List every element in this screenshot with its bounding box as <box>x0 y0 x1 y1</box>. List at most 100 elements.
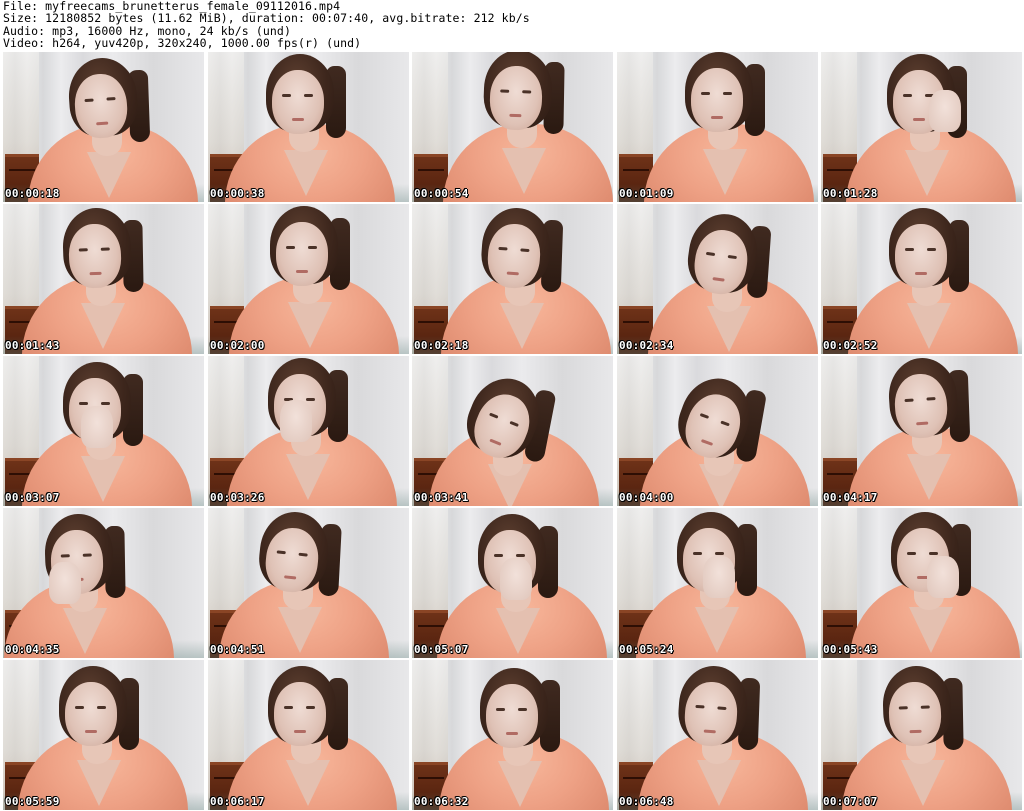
robe-neckline <box>695 607 739 653</box>
right-eye <box>929 552 938 555</box>
robe-neckline <box>498 761 542 807</box>
left-eye <box>282 94 291 97</box>
timestamp-label: 00:00:54 <box>414 187 469 200</box>
right-eye <box>100 247 110 251</box>
face <box>887 681 943 747</box>
robe-neckline <box>496 608 540 654</box>
video-thumbnail: 00:01:28 <box>821 52 1022 202</box>
mouth <box>292 118 304 121</box>
right-eye <box>717 706 727 711</box>
left-eye <box>693 552 702 555</box>
timestamp-label: 00:05:59 <box>5 795 60 808</box>
mouth <box>509 113 522 118</box>
right-eye <box>920 705 930 709</box>
left-eye <box>699 413 710 419</box>
video-thumbnail: 00:06:32 <box>412 660 613 810</box>
video-thumbnail: 00:00:54 <box>412 52 613 202</box>
left-eye <box>84 98 94 103</box>
timestamp-label: 00:04:00 <box>619 491 674 504</box>
video-thumbnail: 00:03:26 <box>208 356 409 506</box>
mouth <box>700 438 714 446</box>
mouth <box>89 271 102 276</box>
right-eye <box>509 420 519 427</box>
timestamp-label: 00:00:38 <box>210 187 265 200</box>
robe-neckline <box>284 150 328 196</box>
face <box>67 223 123 289</box>
mouth <box>85 730 97 733</box>
timestamp-label: 00:02:52 <box>823 339 878 352</box>
face <box>274 682 326 746</box>
mouth <box>712 277 725 282</box>
video-thumbnail: 00:01:09 <box>617 52 818 202</box>
mouth <box>909 729 922 734</box>
timestamp-label: 00:04:51 <box>210 643 265 656</box>
right-eye <box>306 398 315 401</box>
thumbnail-grid: 00:00:18 00:00:38 00:00:54 00:01:09 00:0… <box>0 50 1024 811</box>
face <box>486 684 538 748</box>
robe-neckline <box>901 760 945 806</box>
right-eye <box>101 402 110 405</box>
file-info-header: File: myfreecams_brunetterus_female_0911… <box>3 0 1021 50</box>
timestamp-label: 00:04:17 <box>823 491 878 504</box>
mouth <box>506 732 518 735</box>
hand <box>929 90 961 132</box>
timestamp-label: 00:07:07 <box>823 795 878 808</box>
robe-neckline <box>81 303 125 349</box>
face <box>272 70 324 134</box>
right-eye <box>518 708 527 711</box>
right-eye <box>520 248 530 253</box>
robe-neckline <box>502 148 546 194</box>
timestamp-label: 00:05:24 <box>619 643 674 656</box>
video-thumbnail: 00:05:07 <box>412 508 613 658</box>
mouth <box>284 575 297 580</box>
left-eye <box>907 552 916 555</box>
hand <box>49 562 81 604</box>
timestamp-label: 00:02:00 <box>210 339 265 352</box>
mouth <box>96 121 109 126</box>
right-eye <box>720 420 730 427</box>
right-eye <box>522 90 532 94</box>
robe-neckline <box>81 456 125 502</box>
robe-neckline <box>907 454 951 500</box>
video-thumbnail: 00:05:59 <box>3 660 204 810</box>
right-eye <box>308 246 317 249</box>
mouth <box>506 271 519 276</box>
video-thumbnail: 00:02:52 <box>821 204 1022 354</box>
hand <box>927 556 959 598</box>
right-eye <box>723 92 732 95</box>
mouth <box>913 118 925 121</box>
robe-neckline <box>286 454 330 500</box>
video-thumbnail: 00:02:34 <box>617 204 818 354</box>
face <box>488 65 544 131</box>
left-eye <box>701 92 710 95</box>
mouth <box>916 421 929 426</box>
robe-neckline <box>909 607 953 653</box>
robe-neckline <box>286 760 330 806</box>
hand <box>81 406 113 448</box>
video-info-line: Video: h264, yuv420p, 320x240, 1000.00 f… <box>3 35 362 50</box>
robe-neckline <box>905 150 949 196</box>
robe-neckline <box>278 607 322 653</box>
video-thumbnail: 00:07:07 <box>821 660 1022 810</box>
video-thumbnail: 00:03:07 <box>3 356 204 506</box>
mouth <box>915 272 927 275</box>
video-thumbnail: 00:06:48 <box>617 660 818 810</box>
mouth <box>711 116 723 119</box>
right-eye <box>727 254 737 260</box>
face <box>65 682 117 746</box>
robe-neckline <box>697 760 741 806</box>
left-eye <box>79 402 88 405</box>
video-thumbnail: 00:02:18 <box>412 204 613 354</box>
face <box>276 222 328 286</box>
timestamp-label: 00:03:26 <box>210 491 265 504</box>
robe-neckline <box>77 760 121 806</box>
face <box>691 68 743 132</box>
timestamp-label: 00:06:17 <box>210 795 265 808</box>
video-thumbnail: 00:04:17 <box>821 356 1022 506</box>
timestamp-label: 00:02:18 <box>414 339 469 352</box>
timestamp-label: 00:00:18 <box>5 187 60 200</box>
face <box>895 224 947 288</box>
left-eye <box>494 554 503 557</box>
right-eye <box>306 706 315 709</box>
right-eye <box>298 552 308 557</box>
